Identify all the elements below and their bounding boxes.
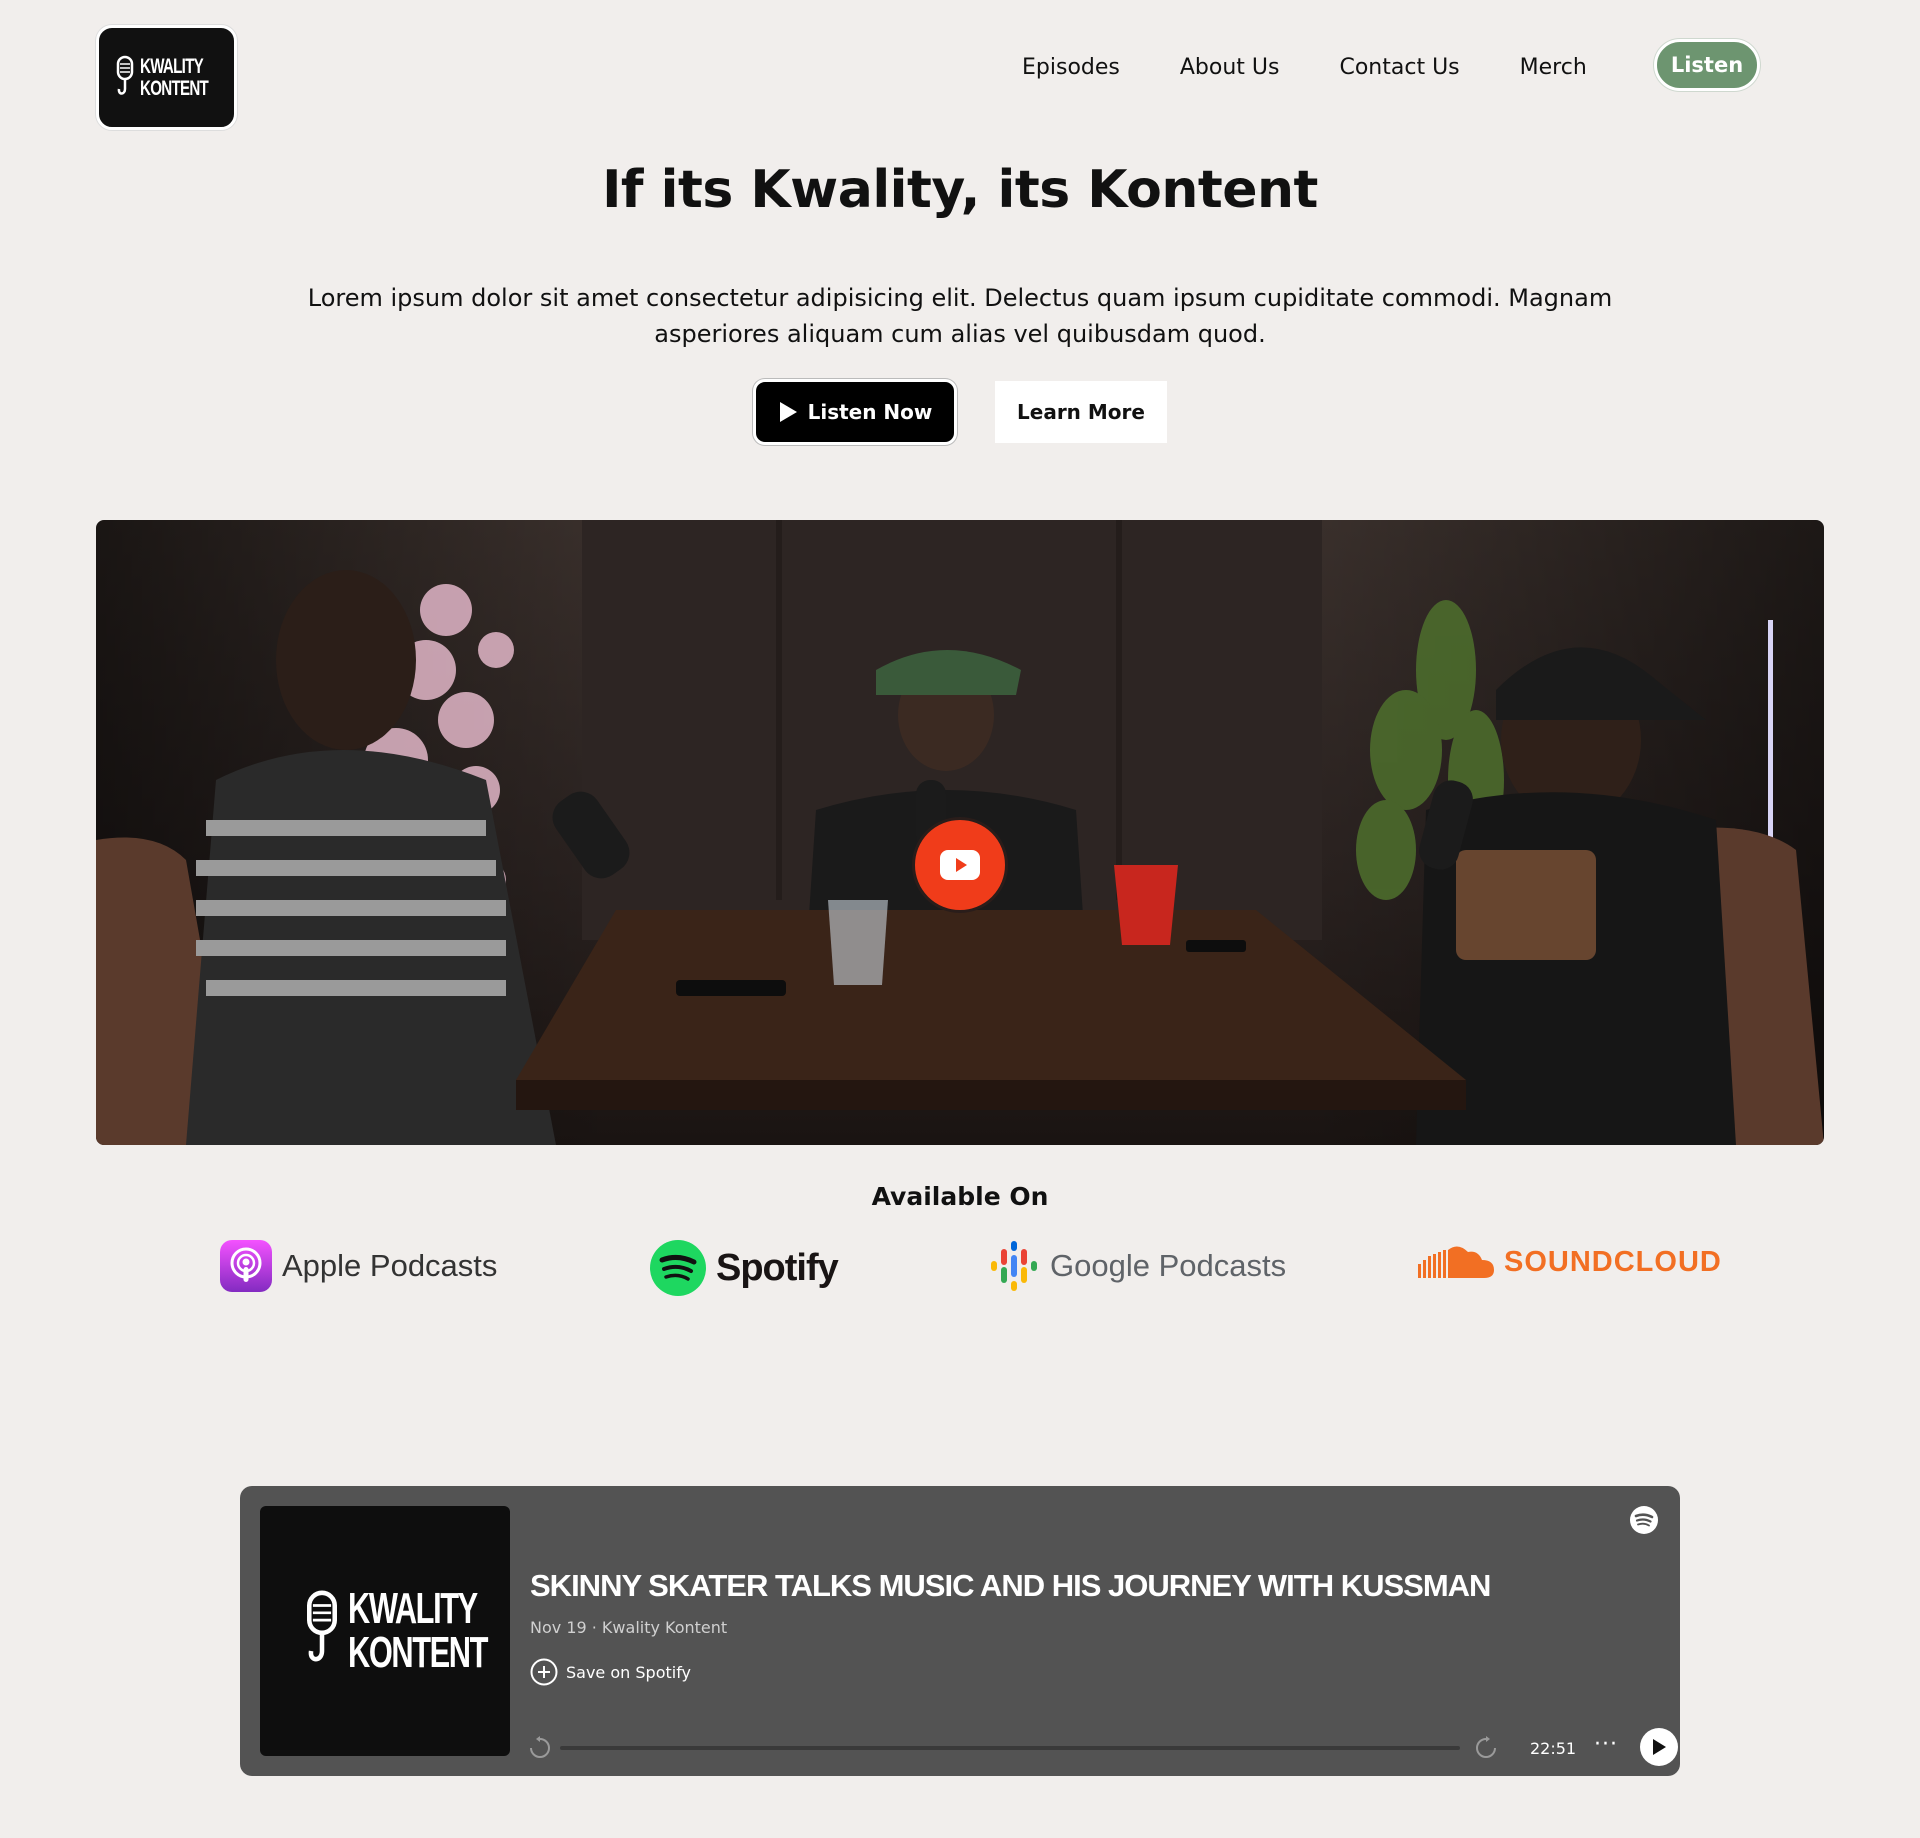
spotify-icon[interactable] bbox=[1630, 1506, 1658, 1538]
nav-merch[interactable]: Merch bbox=[1520, 55, 1587, 80]
add-circle-icon bbox=[530, 1658, 558, 1686]
playback-controls: 22:51 ··· bbox=[528, 1728, 1678, 1766]
nav-episodes[interactable]: Episodes bbox=[1022, 55, 1120, 80]
google-podcasts-link[interactable]: Google Podcasts bbox=[988, 1240, 1286, 1292]
listen-now-button[interactable]: Listen Now bbox=[753, 379, 957, 445]
main-nav: Episodes About Us Contact Us Merch bbox=[1022, 55, 1587, 80]
hero-description: Lorem ipsum dolor sit amet consectetur a… bbox=[307, 284, 1613, 348]
youtube-play-button[interactable] bbox=[912, 817, 1008, 913]
microphone-icon bbox=[116, 55, 133, 95]
hero-title: If its Kwality, its Kontent bbox=[602, 160, 1318, 220]
apple-podcasts-label: Apple Podcasts bbox=[282, 1248, 498, 1283]
cover-logo-text: KWALITY KONTENT bbox=[348, 1584, 488, 1677]
progress-bar[interactable] bbox=[560, 1746, 1460, 1750]
listen-button[interactable]: Listen bbox=[1654, 39, 1760, 91]
apple-podcasts-icon bbox=[220, 1240, 272, 1292]
hero-buttons: Listen Now Learn More bbox=[753, 379, 1167, 445]
microphone-icon bbox=[307, 1590, 337, 1662]
youtube-play-icon bbox=[940, 850, 980, 880]
learn-more-button[interactable]: Learn More bbox=[995, 381, 1167, 443]
more-options-icon[interactable]: ··· bbox=[1594, 1732, 1618, 1757]
soundcloud-icon bbox=[1418, 1246, 1494, 1278]
spotify-embed-player: KWALITY KONTENT SKINNY SKATER TALKS MUSI… bbox=[240, 1486, 1680, 1776]
episode-meta: Nov 19 · Kwality Kontent bbox=[530, 1618, 728, 1637]
apple-podcasts-link[interactable]: Apple Podcasts bbox=[220, 1240, 497, 1292]
spotify-icon bbox=[650, 1240, 706, 1296]
skip-forward-15-icon[interactable] bbox=[1474, 1736, 1498, 1760]
episode-duration: 22:51 bbox=[1530, 1739, 1577, 1758]
nav-about-us[interactable]: About Us bbox=[1180, 55, 1280, 80]
play-icon bbox=[1653, 1739, 1666, 1755]
play-episode-button[interactable] bbox=[1640, 1728, 1678, 1766]
soundcloud-label: SOUNDCLOUD bbox=[1504, 1245, 1722, 1278]
google-podcasts-label: Google Podcasts bbox=[1050, 1248, 1287, 1283]
listen-now-label: Listen Now bbox=[807, 400, 933, 424]
logo-text: KWALITY KONTENT bbox=[139, 54, 209, 100]
soundcloud-link[interactable]: SOUNDCLOUD bbox=[1418, 1244, 1722, 1280]
skip-back-15-icon[interactable] bbox=[528, 1736, 552, 1760]
save-on-spotify-button[interactable]: Save on Spotify bbox=[530, 1658, 691, 1686]
nav-contact-us[interactable]: Contact Us bbox=[1339, 55, 1459, 80]
site-logo[interactable]: KWALITY KONTENT bbox=[96, 25, 237, 130]
available-on-title: Available On bbox=[871, 1182, 1049, 1211]
google-podcasts-icon bbox=[991, 1241, 1037, 1291]
play-icon bbox=[779, 402, 797, 422]
save-on-spotify-label: Save on Spotify bbox=[566, 1662, 692, 1682]
spotify-link[interactable]: Spotify bbox=[650, 1240, 839, 1296]
spotify-label: Spotify bbox=[716, 1246, 839, 1289]
video-player[interactable] bbox=[96, 520, 1824, 1145]
episode-cover-art: KWALITY KONTENT bbox=[260, 1506, 510, 1756]
episode-title[interactable]: SKINNY SKATER TALKS MUSIC AND HIS JOURNE… bbox=[530, 1568, 1491, 1604]
